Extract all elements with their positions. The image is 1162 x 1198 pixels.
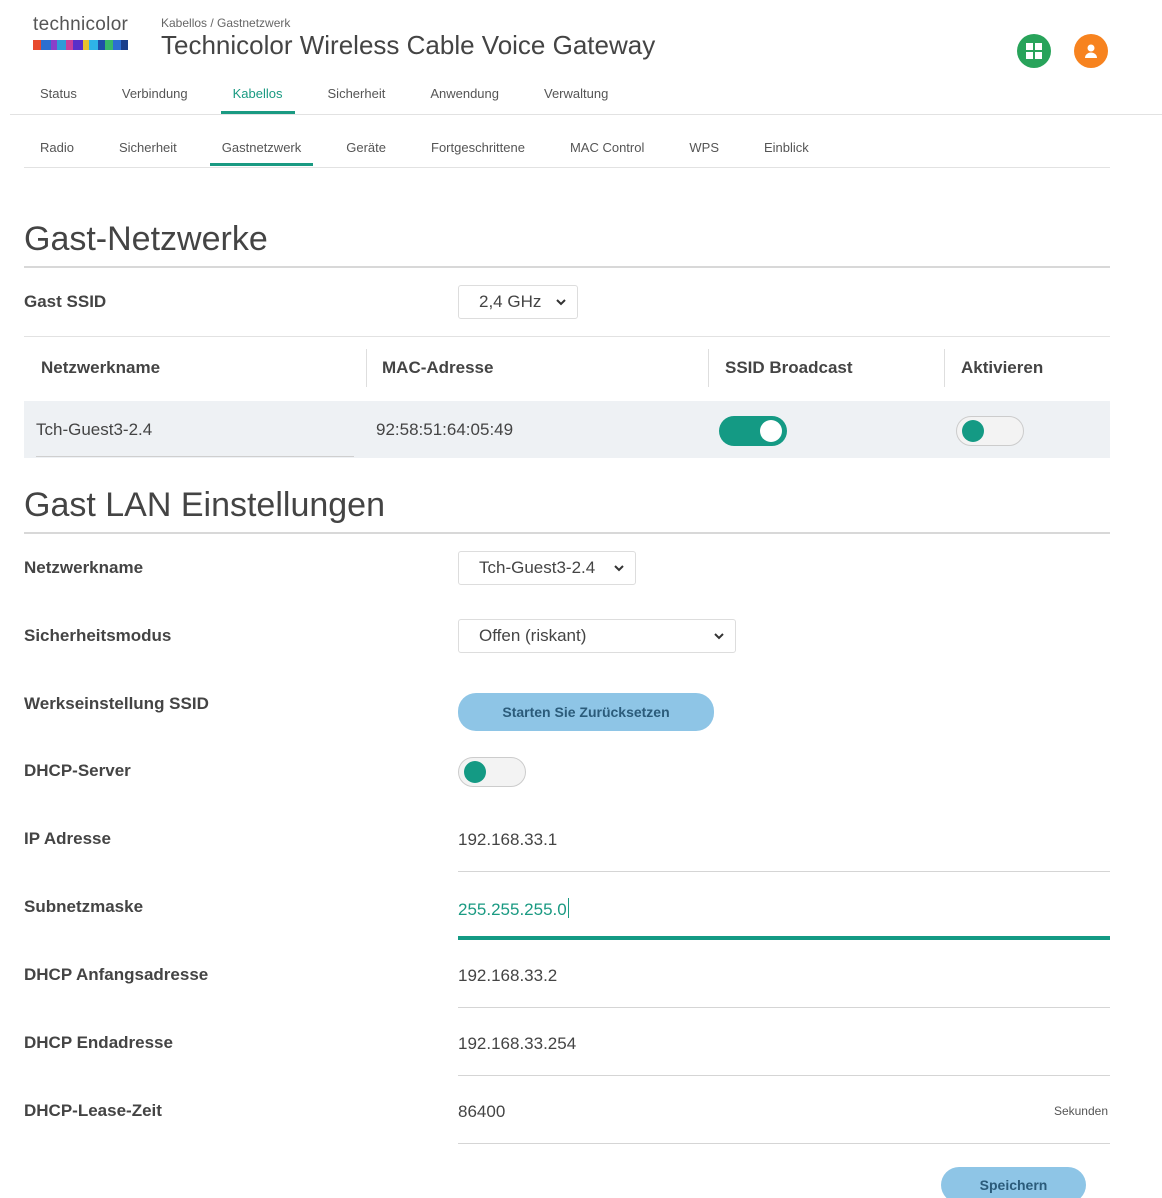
section-title-guest-networks: Gast-Netzwerke [24, 220, 268, 258]
dhcp-end-label: DHCP Endadresse [24, 1033, 173, 1052]
section-divider [24, 532, 1110, 534]
tab-verbindung[interactable]: Verbindung [122, 86, 188, 114]
chevron-down-icon [556, 299, 566, 306]
chevron-down-icon [614, 565, 624, 572]
user-icon[interactable] [1074, 34, 1108, 68]
reset-button[interactable]: Starten Sie Zurücksetzen [458, 693, 714, 731]
tab-kabellos[interactable]: Kabellos [220, 86, 295, 114]
logo-color-bar [33, 40, 128, 50]
field-underline [458, 1075, 1110, 1076]
dhcp-start-field[interactable]: 192.168.33.2 [458, 966, 557, 986]
tab-status[interactable]: Status [40, 86, 77, 114]
col-header-network-name: Netzwerkname [41, 358, 161, 377]
field-underline [458, 1007, 1110, 1008]
col-separator [944, 349, 945, 387]
toggle-knob [760, 420, 782, 442]
field-underline [458, 871, 1110, 872]
subtab-radio[interactable]: Radio [40, 140, 74, 166]
network-name-value: Tch-Guest3-2.4 [479, 558, 596, 577]
subnet-mask-field[interactable]: 255.255.255.0 [458, 898, 569, 920]
cell-underline [36, 456, 354, 457]
ip-address-field[interactable]: 192.168.33.1 [458, 830, 557, 850]
guest-ssid-select[interactable]: 2,4 GHz [458, 285, 578, 319]
tab-anwendung[interactable]: Anwendung [430, 86, 499, 114]
logo-text: technicolor [33, 14, 129, 35]
sub-nav: Radio Sicherheit Gastnetzwerk Geräte For… [22, 140, 809, 166]
nav-divider [10, 114, 1162, 115]
dhcp-end-field[interactable]: 192.168.33.254 [458, 1034, 576, 1054]
section-divider [24, 266, 1110, 268]
dhcp-server-label: DHCP-Server [24, 761, 131, 780]
breadcrumb: Kabellos / Gastnetzwerk [161, 16, 291, 30]
lease-time-label: DHCP-Lease-Zeit [24, 1101, 162, 1120]
subtab-geraete[interactable]: Geräte [346, 140, 386, 166]
grid-icon[interactable] [1017, 34, 1051, 68]
subtab-fortgeschrittene[interactable]: Fortgeschrittene [431, 140, 525, 166]
ip-address-label: IP Adresse [24, 829, 111, 848]
dhcp-start-label: DHCP Anfangsadresse [24, 965, 209, 984]
row-network-name: Tch-Guest3-2.4 [36, 420, 153, 439]
technicolor-logo: technicolor [33, 14, 128, 50]
col-header-ssid-broadcast: SSID Broadcast [725, 358, 853, 377]
tab-sicherheit[interactable]: Sicherheit [328, 86, 386, 114]
toggle-knob [962, 420, 984, 442]
field-underline [458, 1143, 1110, 1144]
main-nav: Status Verbindung Kabellos Sicherheit An… [22, 86, 608, 114]
subtab-einblick[interactable]: Einblick [764, 140, 809, 166]
subnet-mask-value: 255.255.255.0 [458, 900, 567, 919]
subtab-sicherheit[interactable]: Sicherheit [119, 140, 177, 166]
subtab-wps[interactable]: WPS [689, 140, 719, 166]
network-name-label: Netzwerkname [24, 558, 144, 577]
subtab-gastnetzwerk[interactable]: Gastnetzwerk [209, 140, 314, 166]
field-underline-active [458, 936, 1110, 940]
guest-ssid-value: 2,4 GHz [479, 292, 542, 311]
row-divider [24, 336, 1110, 337]
activate-toggle[interactable] [956, 416, 1024, 446]
dhcp-server-toggle[interactable] [458, 757, 526, 787]
subnav-divider [24, 167, 1110, 168]
security-mode-label: Sicherheitsmodus [24, 626, 172, 645]
security-mode-select[interactable]: Offen (riskant) [458, 619, 736, 653]
col-separator [366, 349, 367, 387]
table-row [24, 401, 1110, 458]
tab-verwaltung[interactable]: Verwaltung [544, 86, 608, 114]
guest-ssid-label: Gast SSID [24, 292, 107, 311]
text-caret [567, 898, 569, 918]
security-mode-value: Offen (riskant) [479, 626, 587, 645]
lease-time-field[interactable]: 86400 [458, 1102, 505, 1122]
toggle-knob [464, 761, 486, 783]
factory-ssid-label: Werkseinstellung SSID [24, 694, 209, 713]
ssid-broadcast-toggle[interactable] [719, 416, 787, 446]
chevron-down-icon [714, 633, 724, 640]
row-mac-address: 92:58:51:64:05:49 [376, 420, 514, 439]
col-header-aktivieren: Aktivieren [961, 358, 1044, 377]
section-title-guest-lan: Gast LAN Einstellungen [24, 486, 385, 524]
lease-unit: Sekunden [1053, 1104, 1108, 1118]
app-title: Technicolor Wireless Cable Voice Gateway [161, 30, 656, 60]
subtab-mac-control[interactable]: MAC Control [570, 140, 644, 166]
col-header-mac: MAC-Adresse [382, 358, 494, 377]
network-name-select[interactable]: Tch-Guest3-2.4 [458, 551, 636, 585]
save-button[interactable]: Speichern [941, 1167, 1086, 1198]
subnet-mask-label: Subnetzmaske [24, 897, 144, 916]
col-separator [708, 349, 709, 387]
